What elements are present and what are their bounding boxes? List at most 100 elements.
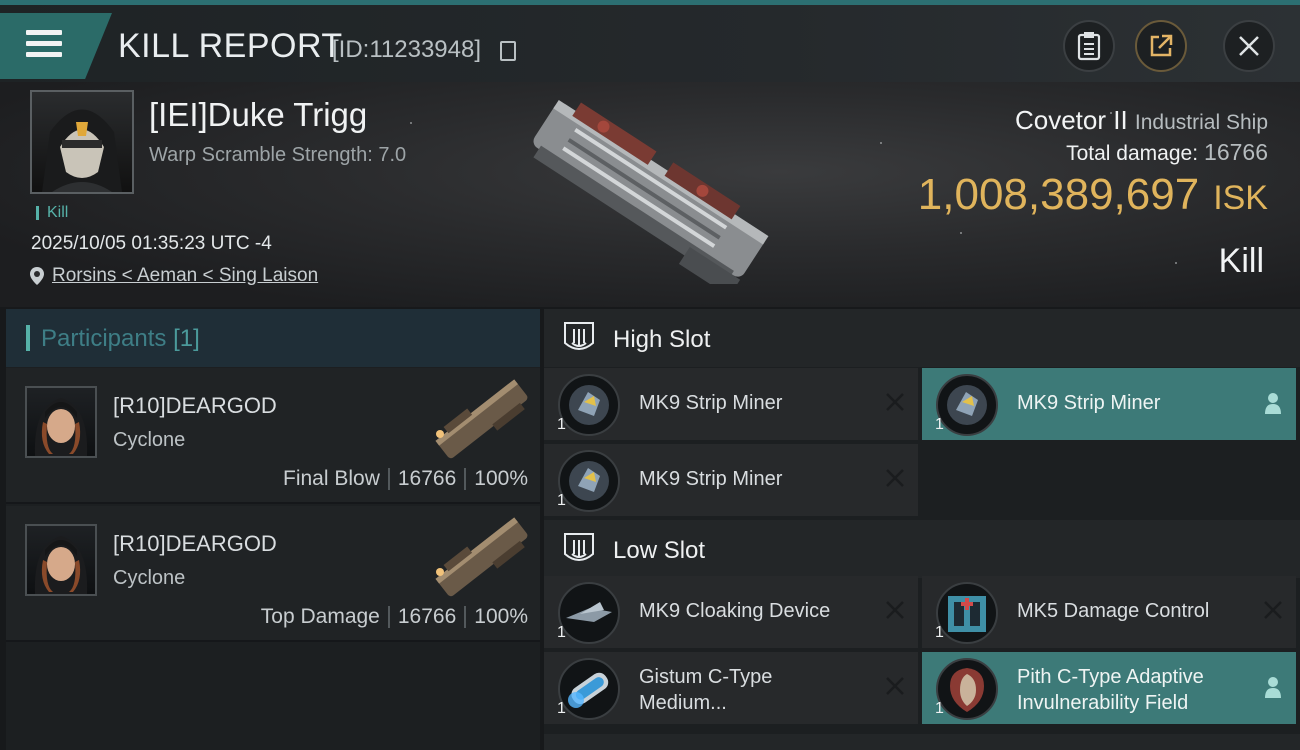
participant-role: Top Damage [260,605,380,628]
cloaking-device-icon [558,582,620,644]
participant-avatar [25,386,97,458]
victim-name[interactable]: [IEI]Duke Trigg [149,96,367,134]
share-icon [1150,34,1173,57]
participant-ship: Cyclone [113,429,186,451]
participant-percent: 100% [474,467,528,490]
module-item[interactable]: 1 MK9 Strip Miner [544,444,918,516]
module-item[interactable]: 1 MK9 Cloaking Device [544,576,918,648]
isk-unit: ISK [1213,179,1268,217]
separator [387,468,390,491]
module-quantity: 1 [935,700,944,717]
participant-row[interactable]: [R10]DEARGOD Cyclone Final Blow 16766 100% [6,368,540,504]
destroyed-icon [886,393,904,411]
module-name: MK9 Strip Miner [1017,392,1161,414]
kill-datetime: 2025/10/05 01:35:23 UTC -4 [31,233,272,254]
fitting-panel: High Slot 1 MK9 Strip Miner 1 MK9 Strip … [544,309,1300,750]
close-icon [1239,36,1259,56]
participant-name: [R10]DEARGOD [113,531,277,556]
module-item[interactable]: 1 MK5 Damage Control [922,576,1296,648]
kill-type: Kill [1218,242,1264,280]
victim-avatar [42,109,122,192]
module-name: MK9 Strip Miner [639,392,783,414]
module-item[interactable]: 1 MK9 Strip Miner [544,368,918,440]
participant-role: Final Blow [283,467,380,490]
clipboard-icon [1077,32,1101,61]
module-item[interactable]: 1 Gistum C-Type Medium... [544,652,918,724]
low-slot-label: Low Slot [613,537,706,564]
participant-ship-image [435,517,528,597]
victim-summary: [IEI]Duke Trigg Warp Scramble Strength: … [0,82,1300,307]
high-slot-icon [564,322,594,350]
module-name: MK9 Strip Miner [639,468,783,490]
strip-miner-icon [558,374,620,436]
participants-title: Participants [1] [41,325,200,353]
shield-extender-icon [558,658,620,720]
module-item[interactable]: 1 MK9 Strip Miner [922,368,1296,440]
header-bar: KILL REPORT [ID:11233948] [0,5,1300,82]
participant-percent: 100% [474,605,528,628]
module-name: Pith C-Type Adaptive Invulnerability Fie… [1017,666,1204,714]
module-quantity: 1 [557,416,566,433]
strip-miner-icon [936,374,998,436]
star-decoration [960,232,962,234]
dropped-person-icon [1265,393,1281,414]
isk-value: 1,008,389,697 ISK [918,170,1268,220]
module-quantity: 1 [557,700,566,717]
location-text: Rorsins < Aeman < Sing Laison [52,265,319,286]
ship-type: Covetor II [1014,105,1128,135]
dropped-person-icon [1265,677,1281,698]
participants-header[interactable]: Participants [1] [6,309,540,367]
low-slot-icon [564,533,594,561]
participant-ship: Cyclone [113,567,186,589]
participant-avatar [25,524,97,596]
page-title: KILL REPORT [118,27,343,65]
ship-class: Industrial Ship [1134,111,1268,134]
separator [387,606,390,629]
copy-icon[interactable] [500,41,516,61]
invulnerability-field-icon [936,658,998,720]
module-name: MK9 Cloaking Device [639,600,831,622]
participant-stats: Top Damage 16766 100% [261,605,528,629]
high-slot-header: High Slot [544,309,1300,367]
strip-miner-icon [558,450,620,512]
participant-row[interactable]: [R10]DEARGOD Cyclone Top Damage 16766 100% [6,506,540,642]
module-quantity: 1 [935,416,944,433]
report-id: [ID:11233948] [332,36,482,63]
participant-damage: 16766 [397,605,457,628]
participants-panel: Participants [1] [R10]DEARGOD Cyclone Fi… [6,309,540,750]
total-damage-label: Total damage: [1066,142,1199,165]
warp-scramble-strength: Warp Scramble Strength: 7.0 [149,144,407,166]
separator [464,606,467,629]
star-decoration [880,142,882,144]
damage-control-icon [936,582,998,644]
participants-count: [1] [173,325,200,352]
module-quantity: 1 [557,492,566,509]
clipboard-button[interactable] [1063,20,1115,72]
share-button[interactable] [1135,20,1187,72]
total-damage-value: 16766 [1204,139,1268,165]
module-quantity: 1 [935,624,944,641]
close-button[interactable] [1223,20,1275,72]
destroyed-icon [886,469,904,487]
menu-icon [26,30,62,58]
participant-damage: 16766 [397,467,457,490]
menu-button[interactable] [0,13,112,79]
next-slot-header-partial [544,734,1300,750]
separator [464,468,467,491]
participant-ship-image [435,379,528,459]
module-quantity: 1 [557,624,566,641]
accent-bar [26,325,30,351]
low-slot-header: Low Slot [544,520,1300,578]
kill-tag: Kill [36,205,68,221]
module-item[interactable]: 1 Pith C-Type Adaptive Invulnerability F… [922,652,1296,724]
isk-amount: 1,008,389,697 [917,170,1200,219]
ship-name[interactable]: Covetor II Industrial Ship [1015,105,1268,136]
location-link[interactable]: Rorsins < Aeman < Sing Laison [30,265,318,287]
location-pin-icon [30,266,44,285]
victim-portrait[interactable] [30,90,134,194]
star-decoration [410,122,412,124]
high-slot-label: High Slot [613,326,711,353]
module-name: Gistum C-Type Medium... [639,666,773,714]
destroyed-icon [1264,601,1282,619]
module-name: MK5 Damage Control [1017,600,1210,622]
